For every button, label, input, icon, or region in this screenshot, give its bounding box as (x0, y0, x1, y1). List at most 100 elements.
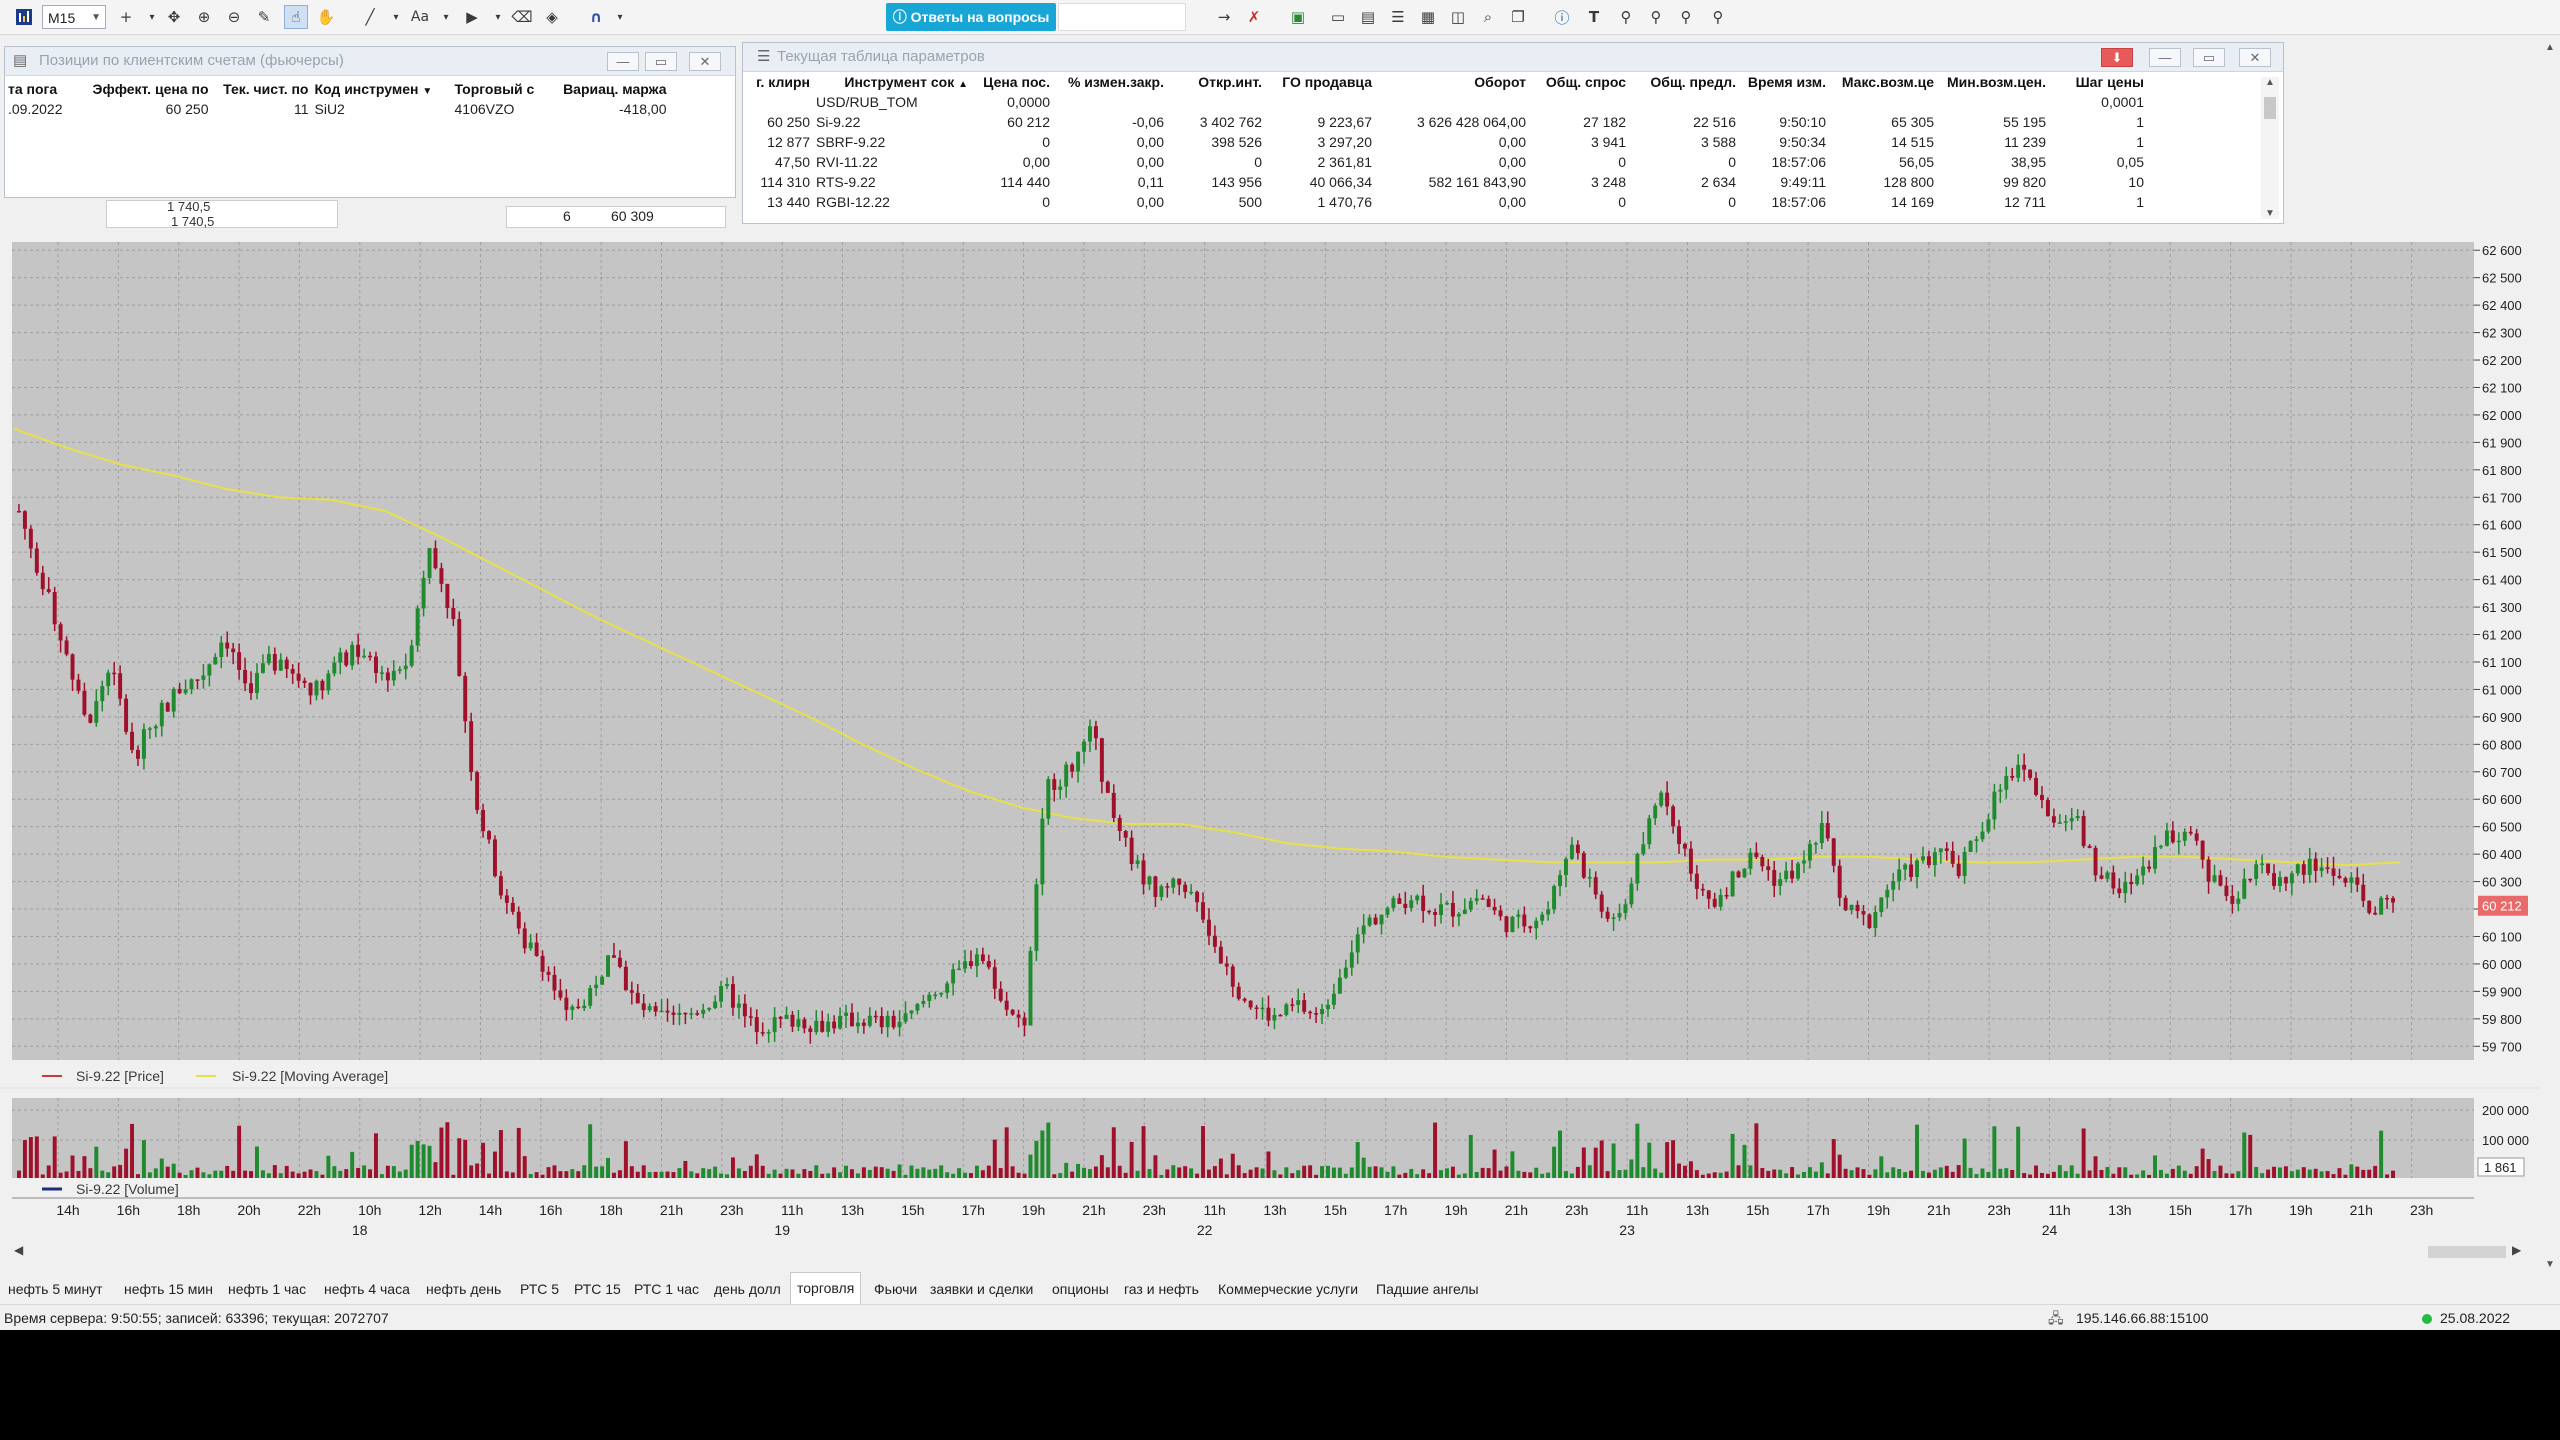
chevron-down-icon[interactable]: ▾ (434, 5, 458, 29)
positions-window-title[interactable]: ▤ Позиции по клиентским счетам (фьючерсы… (5, 47, 735, 76)
answers-field[interactable] (1058, 3, 1186, 31)
magnet-icon[interactable]: ∩ (584, 5, 608, 29)
chevron-up-icon[interactable]: ▲ (2540, 42, 2560, 53)
table-row[interactable]: 12 877 SBRF-9.22 0 0,00 398 526 3 297,20 0,00 3… (743, 132, 2147, 152)
tree-icon[interactable]: ⚲ (1614, 5, 1638, 29)
grid-icon[interactable]: ▦ (1416, 5, 1440, 29)
column-header[interactable]: Общ. спрос (1529, 72, 1629, 92)
chevron-right-icon[interactable]: ▶ (2512, 1243, 2521, 1257)
window-icon[interactable]: ▭ (1326, 5, 1350, 29)
chart-panel[interactable]: 62 600 62 500 62 400 62 300 62 200 62 100 62 0… (0, 232, 2548, 1242)
minimize-button[interactable]: — (607, 52, 639, 71)
column-header[interactable]: Эффект. цена по (66, 79, 212, 99)
column-header[interactable]: Торговый с (452, 79, 546, 99)
tab-item[interactable]: нефть 4 часа (324, 1274, 410, 1304)
column-header[interactable]: Время изм. (1739, 72, 1829, 92)
chevron-down-icon[interactable]: ▾ (140, 5, 164, 29)
tab-item[interactable]: опционы (1052, 1274, 1109, 1304)
column-header[interactable]: Цена пос. (971, 72, 1053, 92)
chevron-down-icon[interactable]: ▼ (2540, 1259, 2560, 1270)
tab-item[interactable]: нефть 15 мин (124, 1274, 213, 1304)
table-row[interactable]: 114 310 RTS-9.22 114 440 0,11 143 956 40 066,… (743, 172, 2147, 192)
text-tool-icon[interactable]: Aa (408, 5, 432, 29)
chevron-down-icon[interactable]: ▾ (608, 5, 632, 29)
arrow-tool-icon[interactable]: ▶ (460, 5, 484, 29)
save-icon[interactable]: ▣ (1286, 5, 1310, 29)
zoom-window-icon[interactable]: ◫ (1446, 5, 1470, 29)
close-button[interactable]: ✕ (2239, 48, 2271, 67)
timeframe-select[interactable]: M15 ▼ (42, 5, 106, 29)
table-row[interactable]: USD/RUB_TOM 0,0000 0,0001 (743, 92, 2147, 112)
copy-icon[interactable]: ❐ (1506, 5, 1530, 29)
text-icon[interactable]: T (1582, 5, 1606, 29)
move-icon[interactable]: ✥ (162, 5, 186, 29)
maximize-button[interactable]: ▭ (2193, 48, 2225, 67)
tab-item[interactable]: газ и нефть (1124, 1274, 1199, 1304)
tab-item[interactable]: РТС 15 (574, 1274, 621, 1304)
info-icon[interactable]: ⓘ (1550, 5, 1574, 29)
scrollbar-thumb[interactable] (2428, 1246, 2506, 1258)
zoom-in-icon[interactable]: ⊕ (192, 5, 216, 29)
tree-icon[interactable]: ⚲ (1706, 5, 1730, 29)
tab-item[interactable]: РТС 5 (520, 1274, 559, 1304)
column-header[interactable]: Шаг цены (2049, 72, 2147, 92)
chevron-left-icon[interactable]: ◀ (14, 1243, 23, 1257)
chevron-down-icon[interactable]: ▾ (486, 5, 510, 29)
tree-icon[interactable]: ⚲ (1644, 5, 1668, 29)
tab-item[interactable]: нефть день (426, 1274, 501, 1304)
tab-item[interactable]: Коммерческие услуги (1218, 1274, 1358, 1304)
pointer-hand-icon[interactable]: ☝ (284, 5, 308, 29)
scrollbar-thumb[interactable] (2264, 97, 2276, 119)
column-header[interactable]: Код инструмен ▼ (312, 79, 452, 99)
tab-item[interactable]: заявки и сделки (930, 1274, 1033, 1304)
delete-icon[interactable]: ✗ (1242, 5, 1266, 29)
line-tool-icon[interactable]: ╱ (358, 5, 382, 29)
table-icon[interactable]: ▤ (1356, 5, 1380, 29)
tab-item[interactable]: нефть 1 час (228, 1274, 306, 1304)
ruler-icon[interactable]: ✎ (252, 5, 276, 29)
chevron-down-icon[interactable]: ▾ (384, 5, 408, 29)
crosshair-icon[interactable]: + (114, 5, 138, 29)
eraser-icon[interactable]: ⌫ (510, 5, 534, 29)
list-icon[interactable]: ☰ (1386, 5, 1410, 29)
tab-item[interactable]: Фьючи (874, 1274, 917, 1304)
tab-item[interactable]: Падшие ангелы (1376, 1274, 1479, 1304)
column-header[interactable]: Тек. чист. по (212, 79, 312, 99)
chevron-up-icon[interactable]: ▲ (2261, 77, 2279, 88)
tab-item[interactable]: РТС 1 час (634, 1274, 699, 1304)
search-icon[interactable]: ⌕ (1476, 5, 1500, 29)
column-header[interactable]: Вариац. маржа (546, 79, 670, 99)
chart-scrollbar[interactable]: ◀ ▶ (0, 1242, 2548, 1262)
table-row[interactable]: .09.2022 60 250 11 SiU2 4106VZO -418,00 (5, 99, 670, 119)
column-header[interactable]: Общ. предл. (1629, 72, 1739, 92)
zoom-out-icon[interactable]: ⊖ (222, 5, 246, 29)
price-chart[interactable]: 62 600 62 500 62 400 62 300 62 200 62 100 62 0… (0, 232, 2548, 1242)
hand-icon[interactable]: ✋ (314, 5, 338, 29)
table-row[interactable]: 60 250 Si-9.22 60 212 -0,06 3 402 762 9 223,6… (743, 112, 2147, 132)
close-button[interactable]: ✕ (689, 52, 721, 71)
tree-icon[interactable]: ⚲ (1674, 5, 1698, 29)
vertical-scrollbar[interactable]: ▲ ▼ (2540, 36, 2560, 1274)
table-row[interactable]: 13 440 RGBI-12.22 0 0,00 500 1 470,76 0,00 0 0 18… (743, 192, 2147, 212)
column-header[interactable]: Откр.инт. (1167, 72, 1265, 92)
column-header[interactable]: ГО продавца (1265, 72, 1375, 92)
arrow-right-icon[interactable]: → (1212, 5, 1236, 29)
column-header[interactable]: Инструмент сок ▲ (813, 72, 971, 92)
tab-item[interactable]: нефть 5 минут (8, 1274, 103, 1304)
column-header[interactable]: та пога (5, 79, 66, 99)
minimize-button[interactable]: — (2149, 48, 2181, 67)
tab-item[interactable]: день долл (714, 1274, 781, 1304)
tab-item[interactable]: торговля (790, 1272, 862, 1305)
column-header[interactable]: г. клирн (743, 72, 813, 92)
column-header[interactable]: Оборот (1375, 72, 1529, 92)
chart-icon[interactable] (12, 5, 36, 29)
params-window-title[interactable]: ☰ Текущая таблица параметров ⬇ — ▭ ✕ (743, 43, 2283, 72)
column-header[interactable]: % измен.закр. (1053, 72, 1167, 92)
table-row[interactable]: 47,50 RVI-11.22 0,00 0,00 0 2 361,81 0,00 0 0 18:… (743, 152, 2147, 172)
column-header[interactable]: Мин.возм.цен. (1937, 72, 2049, 92)
column-header[interactable]: Макс.возм.це (1829, 72, 1937, 92)
scrollbar[interactable]: ▲ ▼ (2261, 77, 2279, 219)
chevron-down-icon[interactable]: ▼ (2261, 208, 2279, 219)
layers-icon[interactable]: ◈ (540, 5, 564, 29)
maximize-button[interactable]: ▭ (645, 52, 677, 71)
